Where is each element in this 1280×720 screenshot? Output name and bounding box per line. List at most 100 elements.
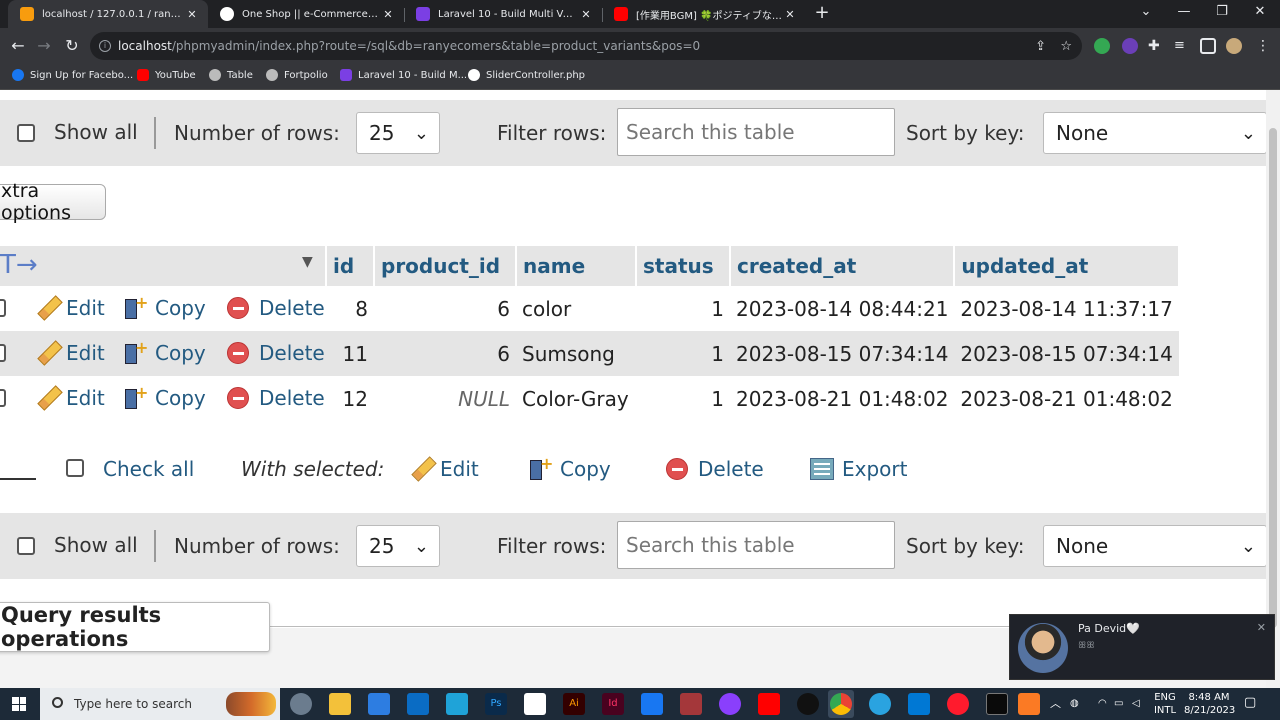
check-all-checkbox[interactable] xyxy=(66,459,84,477)
media-control-icon[interactable]: ≡ xyxy=(1174,38,1190,54)
chrome-icon[interactable] xyxy=(830,693,852,715)
delete-link[interactable]: Delete xyxy=(227,386,325,410)
app-icon[interactable] xyxy=(446,693,468,715)
tab-one-shop[interactable]: One Shop || e-Commerce HTML Template ✕ xyxy=(208,0,404,28)
network-icon[interactable]: ◍ xyxy=(1070,697,1079,710)
column-header-created-at[interactable]: created_at xyxy=(730,246,956,286)
battery-icon[interactable]: ▭ xyxy=(1114,697,1123,710)
youtube-icon[interactable] xyxy=(758,693,780,715)
edit-link[interactable]: Edit xyxy=(36,341,105,365)
close-icon[interactable]: ✕ xyxy=(1257,621,1266,634)
mail-icon[interactable] xyxy=(407,693,429,715)
windows-start-icon[interactable] xyxy=(12,697,26,711)
volume-icon[interactable]: ◁ xyxy=(1132,697,1140,710)
extension-green-icon[interactable] xyxy=(1094,38,1110,54)
edit-link[interactable]: Edit xyxy=(36,296,105,320)
menu-icon[interactable]: ⋮ xyxy=(1256,38,1272,54)
column-header-status[interactable]: status xyxy=(636,246,731,286)
cell-product-id[interactable]: NULL xyxy=(374,376,516,421)
cell-name[interactable]: Sumsong xyxy=(516,331,636,376)
bookmark-star-icon[interactable]: ☆ xyxy=(1060,39,1072,54)
extension-purple-icon[interactable] xyxy=(1122,38,1138,54)
column-header-name[interactable]: name xyxy=(516,246,637,286)
dev-icon[interactable] xyxy=(986,693,1008,715)
photoshop-icon[interactable]: Ps xyxy=(485,693,507,715)
sort-select[interactable]: None ⌄ xyxy=(1043,525,1267,567)
column-arrows-icon[interactable]: T→ xyxy=(0,250,38,280)
back-button[interactable]: ← xyxy=(8,36,28,56)
bulk-copy-button[interactable]: Copy xyxy=(530,454,611,481)
cell-updated-at[interactable]: 2023-08-21 01:48:02 xyxy=(954,376,1178,421)
query-results-operations-tab[interactable]: Query results operations xyxy=(0,602,270,652)
bulk-delete-button[interactable]: Delete xyxy=(666,457,764,481)
close-icon[interactable]: ✕ xyxy=(782,8,798,21)
chat-notification[interactable]: Pa Devid🤍 ꕥꕥ ✕ xyxy=(1009,614,1275,680)
rows-select[interactable]: 25 ⌄ xyxy=(356,112,440,154)
clock[interactable]: 8:48 AM 8/21/2023 xyxy=(1184,691,1235,717)
share-icon[interactable]: ⇪ xyxy=(1035,39,1046,54)
tab-search-icon[interactable]: ⌄ xyxy=(1126,4,1166,19)
reload-button[interactable]: ↻ xyxy=(62,36,82,56)
messenger-icon[interactable] xyxy=(719,693,741,715)
extra-options-button[interactable]: xtra options xyxy=(0,180,106,224)
check-all-label[interactable]: Check all xyxy=(103,457,194,481)
bookmark-table[interactable]: Table xyxy=(209,69,253,81)
bulk-export-button[interactable]: Export xyxy=(810,457,907,481)
filter-input[interactable]: Search this table xyxy=(617,521,895,569)
cell-created-at[interactable]: 2023-08-15 07:34:14 xyxy=(730,331,955,376)
scrollbar[interactable] xyxy=(1266,90,1280,688)
close-window-button[interactable]: ✕ xyxy=(1240,4,1280,19)
copy-link[interactable]: Copy xyxy=(125,338,206,365)
access-icon[interactable] xyxy=(680,693,702,715)
column-header-product-id[interactable]: product_id xyxy=(374,246,517,286)
row-checkbox[interactable] xyxy=(0,299,6,317)
delete-link[interactable]: Delete xyxy=(227,341,325,365)
show-all-checkbox[interactable] xyxy=(17,124,35,142)
xampp-icon[interactable] xyxy=(1018,693,1040,715)
address-bar[interactable]: i localhost/phpmyadmin/index.php?route=/… xyxy=(90,32,1082,60)
taskbar-search-box[interactable]: Type here to search xyxy=(40,688,280,720)
cell-id[interactable]: 11 xyxy=(326,331,374,376)
illustrator-icon[interactable]: Ai xyxy=(563,693,585,715)
wifi-icon[interactable]: ◠ xyxy=(1098,697,1107,710)
cell-created-at[interactable]: 2023-08-14 08:44:21 xyxy=(730,286,954,331)
tab-youtube-bgm[interactable]: [作業用BGM] 🍀ポジティブな気持ちになれる ✕ xyxy=(602,0,806,28)
new-tab-button[interactable]: + xyxy=(802,2,842,23)
profile-avatar[interactable] xyxy=(1226,38,1242,54)
cell-name[interactable]: color xyxy=(516,286,636,331)
microsoft-store-icon[interactable] xyxy=(368,693,390,715)
cell-id[interactable]: 12 xyxy=(326,376,374,421)
sort-select[interactable]: None ⌄ xyxy=(1043,112,1267,154)
tab-phpmyadmin[interactable]: localhost / 127.0.0.1 / ranyecomers ✕ xyxy=(8,0,208,28)
copy-link[interactable]: Copy xyxy=(125,293,206,320)
language-indicator[interactable]: ENG INTL xyxy=(1152,691,1178,717)
filter-input[interactable]: Search this table xyxy=(617,108,895,156)
camera-app-icon[interactable] xyxy=(290,693,312,715)
cell-id[interactable]: 8 xyxy=(326,286,374,331)
vscode-icon[interactable] xyxy=(908,693,930,715)
close-icon[interactable]: ✕ xyxy=(380,8,396,21)
forward-button[interactable]: → xyxy=(34,36,54,56)
minimize-button[interactable]: — xyxy=(1164,4,1204,19)
maximize-button[interactable]: ❐ xyxy=(1202,4,1242,19)
facebook-icon[interactable] xyxy=(641,693,663,715)
tiktok-icon[interactable] xyxy=(797,693,819,715)
site-info-icon[interactable]: i xyxy=(99,40,111,52)
copy-link[interactable]: Copy xyxy=(125,383,206,410)
rows-select[interactable]: 25 ⌄ xyxy=(356,525,440,567)
extensions-puzzle-icon[interactable]: ✚ xyxy=(1148,38,1164,54)
cell-updated-at[interactable]: 2023-08-14 11:37:17 xyxy=(954,286,1178,331)
capcut-icon[interactable] xyxy=(524,693,546,715)
cell-updated-at[interactable]: 2023-08-15 07:34:14 xyxy=(954,331,1179,376)
column-header-updated-at[interactable]: updated_at xyxy=(954,246,1180,286)
telegram-icon[interactable] xyxy=(869,693,891,715)
bookmark-youtube[interactable]: YouTube xyxy=(137,69,196,81)
chevron-up-icon[interactable]: ︿ xyxy=(1050,697,1061,710)
scrollbar-thumb[interactable] xyxy=(1269,128,1277,628)
notification-center-icon[interactable]: ▢ xyxy=(1244,696,1256,709)
bulk-edit-button[interactable]: Edit xyxy=(410,457,479,481)
cell-status[interactable]: 1 xyxy=(636,286,730,331)
row-checkbox[interactable] xyxy=(0,344,6,362)
tab-laravel[interactable]: Laravel 10 - Build Multi Vendor E-commer… xyxy=(404,0,602,28)
side-panel-icon[interactable] xyxy=(1200,38,1216,54)
